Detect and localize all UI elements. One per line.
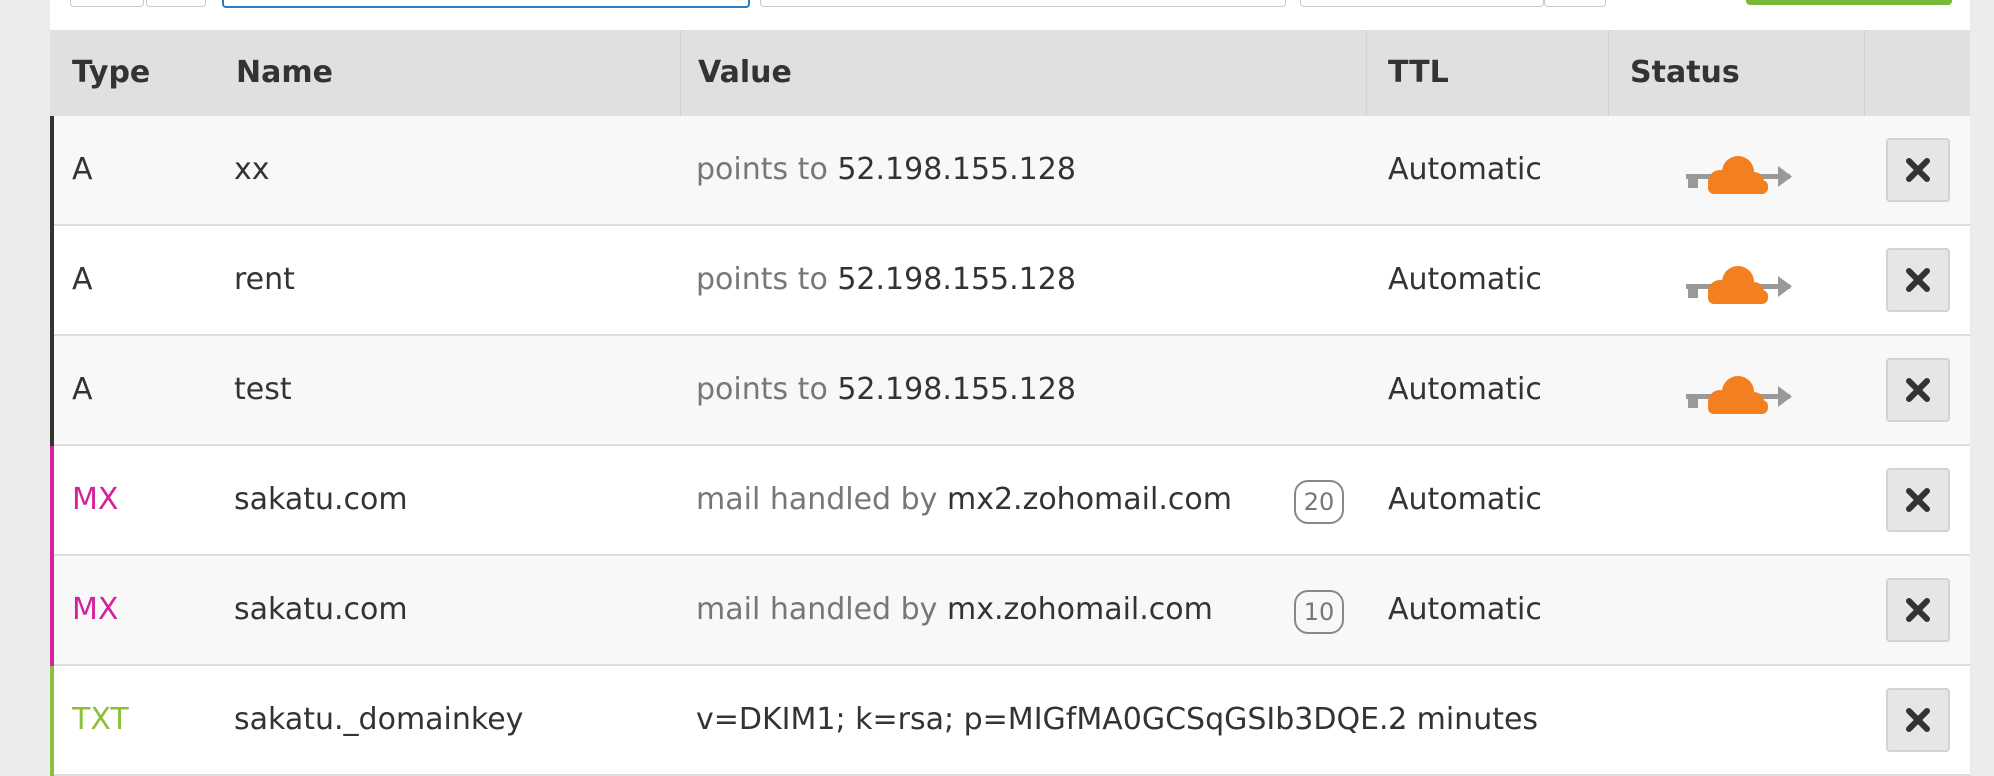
record-name[interactable]: test: [234, 336, 292, 444]
record-value-text: mx.zohomail.com: [946, 592, 1213, 627]
record-type[interactable]: A: [72, 226, 93, 334]
column-divider: [1864, 30, 1865, 116]
table-row[interactable]: Atest points to 52.198.155.128 Automatic: [50, 336, 1970, 446]
record-ttl[interactable]: Automatic: [1388, 446, 1542, 554]
dns-panel: Type Name Value TTL Status Axx points to …: [50, 0, 1970, 776]
record-value-prefix: points to: [696, 152, 828, 187]
record-value[interactable]: points to 52.198.155.128: [696, 336, 1076, 444]
delete-record-button[interactable]: [1886, 468, 1950, 532]
ttl-select[interactable]: [1300, 0, 1544, 7]
delete-record-button[interactable]: [1886, 248, 1950, 312]
record-value[interactable]: v=DKIM1; k=rsa; p=MIGfMA0GCSqGSIb3DQE...: [696, 666, 1408, 774]
record-form-toolbar: [50, 0, 1970, 30]
type-select[interactable]: [70, 0, 144, 7]
record-name[interactable]: rent: [234, 226, 295, 334]
record-type[interactable]: MX: [72, 446, 118, 554]
record-name[interactable]: xx: [234, 116, 270, 224]
record-type-stripe: [50, 666, 54, 776]
record-ttl[interactable]: Automatic: [1388, 336, 1542, 444]
record-name[interactable]: sakatu.com: [234, 446, 408, 554]
table-row[interactable]: TXT sakatu._domainkey v=DKIM1; k=rsa; p=MI…: [50, 666, 1970, 776]
delete-record-button[interactable]: [1886, 688, 1950, 752]
record-ttl[interactable]: Automatic: [1388, 116, 1542, 224]
column-value: Value: [698, 55, 792, 90]
close-x-icon: [1906, 158, 1930, 182]
record-value-prefix: mail handled by: [696, 482, 938, 517]
dns-records-list: Axx points to 52.198.155.128 Automatic Aren…: [50, 116, 1970, 776]
table-row[interactable]: MX sakatu.com mail handled by mx.zohomail.…: [50, 556, 1970, 666]
column-divider: [1608, 30, 1609, 116]
record-ttl[interactable]: Automatic: [1388, 226, 1542, 334]
record-ttl[interactable]: Automatic: [1388, 556, 1542, 664]
cloud-proxied-icon[interactable]: [1686, 262, 1792, 306]
mx-priority-badge[interactable]: 10: [1294, 590, 1344, 634]
column-divider: [680, 30, 681, 116]
record-value[interactable]: mail handled by mx2.zohomail.com: [696, 446, 1232, 554]
close-x-icon: [1906, 268, 1930, 292]
record-value[interactable]: points to 52.198.155.128: [696, 226, 1076, 334]
cloud-proxied-icon[interactable]: [1686, 152, 1792, 196]
column-type: Type: [72, 55, 151, 90]
column-status: Status: [1630, 55, 1740, 90]
record-value-text: 52.198.155.128: [837, 152, 1076, 187]
record-value-prefix: points to: [696, 372, 828, 407]
ttl-select-arrow[interactable]: [1544, 0, 1606, 7]
record-value-prefix: points to: [696, 262, 828, 297]
record-value-text: 52.198.155.128: [837, 372, 1076, 407]
record-value-text: v=DKIM1; k=rsa; p=MIGfMA0GCSqGSIb3DQE...: [696, 702, 1408, 737]
name-input[interactable]: [222, 0, 750, 8]
record-type-stripe: [50, 226, 54, 336]
table-row[interactable]: Arent points to 52.198.155.128 Automatic: [50, 226, 1970, 336]
record-type[interactable]: MX: [72, 556, 118, 664]
cloud-proxied-icon[interactable]: [1686, 372, 1792, 416]
table-row[interactable]: MX sakatu.com mail handled by mx2.zohomail…: [50, 446, 1970, 556]
column-name: Name: [236, 55, 333, 90]
record-value[interactable]: points to 52.198.155.128: [696, 116, 1076, 224]
record-type-stripe: [50, 556, 54, 666]
close-x-icon: [1906, 488, 1930, 512]
mx-priority-badge[interactable]: 20: [1294, 480, 1344, 524]
record-type-stripe: [50, 446, 54, 556]
add-record-button[interactable]: [1746, 0, 1952, 5]
close-x-icon: [1906, 708, 1930, 732]
type-select-arrow[interactable]: [146, 0, 206, 7]
value-input[interactable]: [760, 0, 1286, 7]
record-type[interactable]: TXT: [72, 666, 129, 774]
record-name[interactable]: sakatu._domainkey: [234, 666, 523, 774]
column-divider: [1366, 30, 1367, 116]
record-type[interactable]: A: [72, 336, 93, 444]
record-value[interactable]: mail handled by mx.zohomail.com: [696, 556, 1213, 664]
record-value-prefix: mail handled by: [696, 592, 938, 627]
record-value-text: 52.198.155.128: [837, 262, 1076, 297]
record-ttl[interactable]: 2 minutes: [1388, 666, 1538, 774]
close-x-icon: [1906, 598, 1930, 622]
delete-record-button[interactable]: [1886, 358, 1950, 422]
record-value-text: mx2.zohomail.com: [946, 482, 1232, 517]
record-type[interactable]: A: [72, 116, 93, 224]
delete-record-button[interactable]: [1886, 138, 1950, 202]
close-x-icon: [1906, 378, 1930, 402]
table-row[interactable]: Axx points to 52.198.155.128 Automatic: [50, 116, 1970, 226]
record-type-stripe: [50, 116, 54, 226]
table-header: Type Name Value TTL Status: [50, 30, 1970, 116]
record-name[interactable]: sakatu.com: [234, 556, 408, 664]
record-type-stripe: [50, 336, 54, 446]
column-ttl: TTL: [1388, 55, 1449, 90]
delete-record-button[interactable]: [1886, 578, 1950, 642]
